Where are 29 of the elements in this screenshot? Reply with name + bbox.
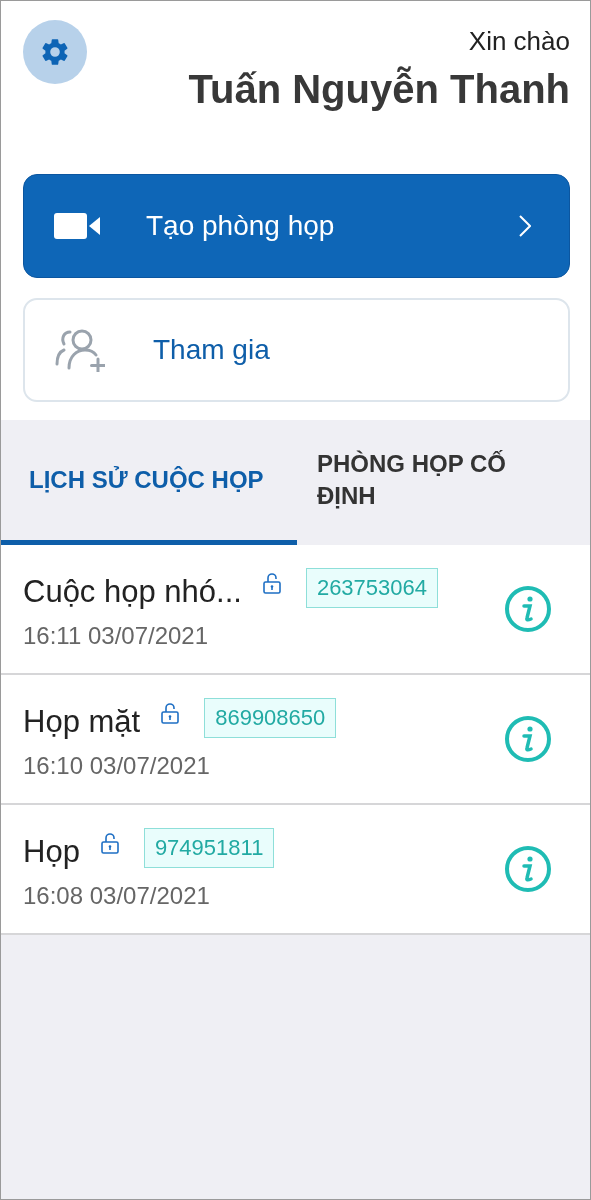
info-button[interactable] (504, 585, 552, 633)
info-icon (504, 715, 552, 763)
meeting-row[interactable]: Cuộc họp nhó... 263753064 16:11 03/07/2021 (1, 545, 590, 675)
tab[interactable]: PHÒNG HỌP CỐ ĐỊNH (297, 420, 590, 545)
meeting-title: Họp (23, 834, 80, 870)
chevron-right-icon (519, 215, 531, 237)
unlock-icon (261, 572, 282, 594)
unlock-icon (160, 702, 181, 724)
add-people-icon (55, 328, 105, 372)
info-button[interactable] (504, 845, 552, 893)
meeting-time: 16:10 03/07/2021 (23, 752, 211, 780)
meeting-id: 869908650 (204, 698, 337, 738)
meeting-row[interactable]: Họp 974951811 16:08 03/07/2021 (1, 805, 590, 935)
greeting-text: Xin chào (468, 26, 570, 57)
create-room-button[interactable]: Tạo phòng họp (23, 174, 570, 278)
meeting-id: 263753064 (305, 568, 438, 608)
video-camera-icon (54, 213, 100, 239)
info-button[interactable] (504, 715, 552, 763)
info-icon (504, 585, 552, 633)
user-name: Tuấn Nguyễn Thanh (188, 67, 570, 112)
meeting-title: Họp mặt (23, 704, 141, 740)
join-button[interactable]: Tham gia (23, 298, 570, 402)
meeting-title: Cuộc họp nhó... (23, 574, 242, 610)
meeting-id: 974951811 (143, 828, 275, 868)
meeting-time: 16:11 03/07/2021 (23, 622, 210, 650)
info-icon (504, 845, 552, 893)
unlock-icon (99, 832, 120, 854)
meeting-row[interactable]: Họp mặt 869908650 16:10 03/07/2021 (1, 675, 590, 805)
meeting-time: 16:08 03/07/2021 (23, 882, 211, 910)
